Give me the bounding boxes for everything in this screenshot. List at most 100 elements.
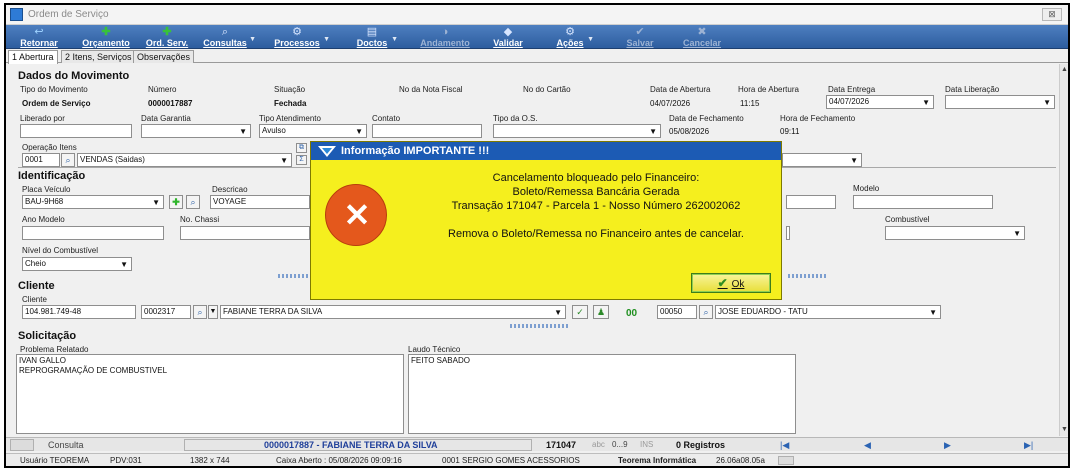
previous-record-icon[interactable]: ◀	[864, 438, 871, 452]
next-record-icon[interactable]: ▶	[944, 438, 951, 452]
descricao-label: Descricao	[212, 185, 248, 194]
consulta-button[interactable]: Consulta	[48, 438, 84, 452]
search-icon[interactable]: ⌕	[699, 305, 713, 319]
data-abertura-value: 04/07/2026	[650, 99, 691, 108]
chevron-down-icon: ▼	[391, 36, 398, 43]
section-splitter[interactable]	[510, 324, 570, 328]
user-group-icon[interactable]: ♟	[593, 305, 609, 319]
cliente-cpf-field[interactable]: 104.981.749-48	[22, 305, 136, 319]
chevron-down-icon: ▼	[355, 127, 363, 136]
hora-abertura-value: 11:15	[740, 99, 760, 108]
operacao-code-field[interactable]: 0001	[22, 153, 60, 167]
data-entrega-label: Data Entrega	[828, 85, 876, 94]
tab-abertura[interactable]: 1 Abertura	[8, 50, 58, 64]
laudo-tecnico-label: Laudo Técnico	[408, 345, 461, 354]
vehicle-extra-field-2[interactable]	[786, 226, 790, 240]
laudo-tecnico-textarea[interactable]: FEITO SABADO	[408, 354, 796, 434]
contato-field[interactable]	[372, 124, 482, 138]
chevron-down-icon: ▼	[850, 156, 858, 165]
combustivel-label: Combustível	[885, 215, 930, 224]
acoes-button[interactable]: ⚙ Ações ▼	[554, 26, 594, 48]
data-entrega-field[interactable]: 04/07/2026 ▼	[826, 95, 934, 109]
cancelar-button[interactable]: ✖ Cancelar	[682, 26, 722, 48]
operacao-select[interactable]: VENDAS (Saidas) ▼	[77, 153, 292, 167]
combustivel-select[interactable]: ▼	[885, 226, 1025, 240]
data-fechamento-label: Data de Fechamento	[669, 114, 744, 123]
teorema-logo-icon	[318, 146, 336, 157]
tipo-atendimento-select[interactable]: Avulso ▼	[259, 124, 367, 138]
tab-observacoes[interactable]: Observações	[133, 50, 195, 63]
ord-serv-button[interactable]: ✚ Ord. Serv.	[142, 26, 192, 48]
operacao-itens-label: Operação Itens	[22, 143, 77, 152]
tab-itens-servicos[interactable]: 2 Itens, Serviços	[61, 50, 136, 63]
process-icon: ⚙	[292, 26, 302, 38]
chassi-field[interactable]	[180, 226, 310, 240]
progress-icon: ◑	[441, 26, 449, 38]
modelo-field[interactable]	[853, 195, 993, 209]
doctos-button[interactable]: ▤ Doctos ▼	[354, 26, 398, 48]
chevron-down-icon[interactable]: ▼	[208, 305, 218, 319]
dialog-title: Informação IMPORTANTE !!!	[341, 145, 490, 157]
cliente-codigo-field[interactable]: 0002317	[141, 305, 191, 319]
nivel-combustivel-select[interactable]: Cheio ▼	[22, 257, 132, 271]
last-record-icon[interactable]: ▶|	[1024, 438, 1033, 452]
ok-button[interactable]: ✔ Ok	[691, 273, 771, 293]
vendedor-code-field[interactable]: 00050	[657, 305, 697, 319]
vendedor-select[interactable]: JOSE EDUARDO - TATU ▼	[715, 305, 941, 319]
chevron-down-icon: ▼	[1013, 229, 1021, 238]
processos-button[interactable]: ⚙ Processos ▼	[272, 26, 330, 48]
cancel-x-icon: ✖	[697, 26, 707, 38]
consultas-button[interactable]: ⌕ Consultas ▼	[202, 26, 256, 48]
problema-relatado-label: Problema Relatado	[20, 345, 89, 354]
first-record-icon[interactable]: |◀	[780, 438, 789, 452]
tipo-os-select[interactable]: ▼	[493, 124, 661, 138]
close-window-button[interactable]: ⊠	[1042, 8, 1062, 21]
extra-select[interactable]: ▼	[782, 153, 862, 167]
plus-icon: ✚	[101, 26, 111, 38]
data-liberacao-field[interactable]: ▼	[945, 95, 1055, 109]
data-liberacao-label: Data Liberação	[945, 85, 1000, 94]
search-icon[interactable]: ⌕	[61, 153, 75, 167]
search-icon[interactable]: ⌕	[193, 305, 207, 319]
footer-status-bar: Usuário TEOREMA PDV:031 1382 x 744 Caixa…	[6, 453, 1068, 466]
retornar-button[interactable]: ↩ Retornar	[14, 26, 64, 48]
search-icon[interactable]: ⌕	[186, 195, 200, 209]
validate-icon: ◆	[503, 26, 513, 38]
contato-label: Contato	[372, 114, 401, 123]
chassi-label: No. Chassi	[180, 215, 220, 224]
chevron-down-icon: ▼	[239, 127, 247, 136]
vertical-scrollbar[interactable]: ▲ ▼	[1059, 64, 1068, 436]
transacao-value: 171047	[546, 440, 577, 450]
add-vehicle-plus-icon[interactable]: ✚	[169, 195, 183, 209]
window-title: Ordem de Serviço	[28, 9, 109, 20]
descricao-field[interactable]: VOYAGE	[210, 195, 310, 209]
scroll-up-icon[interactable]: ▲	[1061, 66, 1068, 73]
salvar-button[interactable]: ✔ Salvar	[622, 26, 658, 48]
orcamento-button[interactable]: ✚ Orçamento	[78, 26, 134, 48]
vehicle-extra-field[interactable]	[786, 195, 836, 209]
data-garantia-field[interactable]: ▼	[141, 124, 251, 138]
keyboard-icon[interactable]	[10, 439, 34, 451]
placa-veiculo-select[interactable]: BAU-9H68 ▼	[22, 195, 164, 209]
liberado-por-label: Liberado por	[20, 114, 65, 123]
liberado-por-field[interactable]	[20, 124, 132, 138]
copy-icon[interactable]: ⧉	[296, 143, 307, 153]
tipo-os-label: Tipo da O.S.	[493, 114, 538, 123]
cliente-nome-select[interactable]: FABIANE TERRA DA SILVA ▼	[220, 305, 566, 319]
chevron-down-icon: ▼	[280, 156, 288, 165]
ano-modelo-field[interactable]	[22, 226, 164, 240]
app-icon	[10, 8, 23, 21]
section-splitter[interactable]	[278, 274, 308, 278]
sum-icon[interactable]: Σ	[296, 155, 307, 165]
scroll-down-icon[interactable]: ▼	[1061, 426, 1068, 433]
data-garantia-label: Data Garantia	[141, 114, 191, 123]
section-splitter[interactable]	[788, 274, 826, 278]
problema-relatado-textarea[interactable]: IVAN GALLO REPROGRAMAÇÃO DE COMBUSTIVEL	[16, 354, 404, 434]
andamento-button[interactable]: ◑ Andamento	[420, 26, 470, 48]
validar-button[interactable]: ◆ Validar	[490, 26, 526, 48]
section-title-movimento: Dados do Movimento	[18, 70, 130, 82]
document-check-icon[interactable]: ✓	[572, 305, 588, 319]
pdv-text: PDV:031	[110, 456, 142, 465]
plus-icon: ✚	[162, 26, 172, 38]
chevron-down-icon: ▼	[1043, 98, 1051, 107]
